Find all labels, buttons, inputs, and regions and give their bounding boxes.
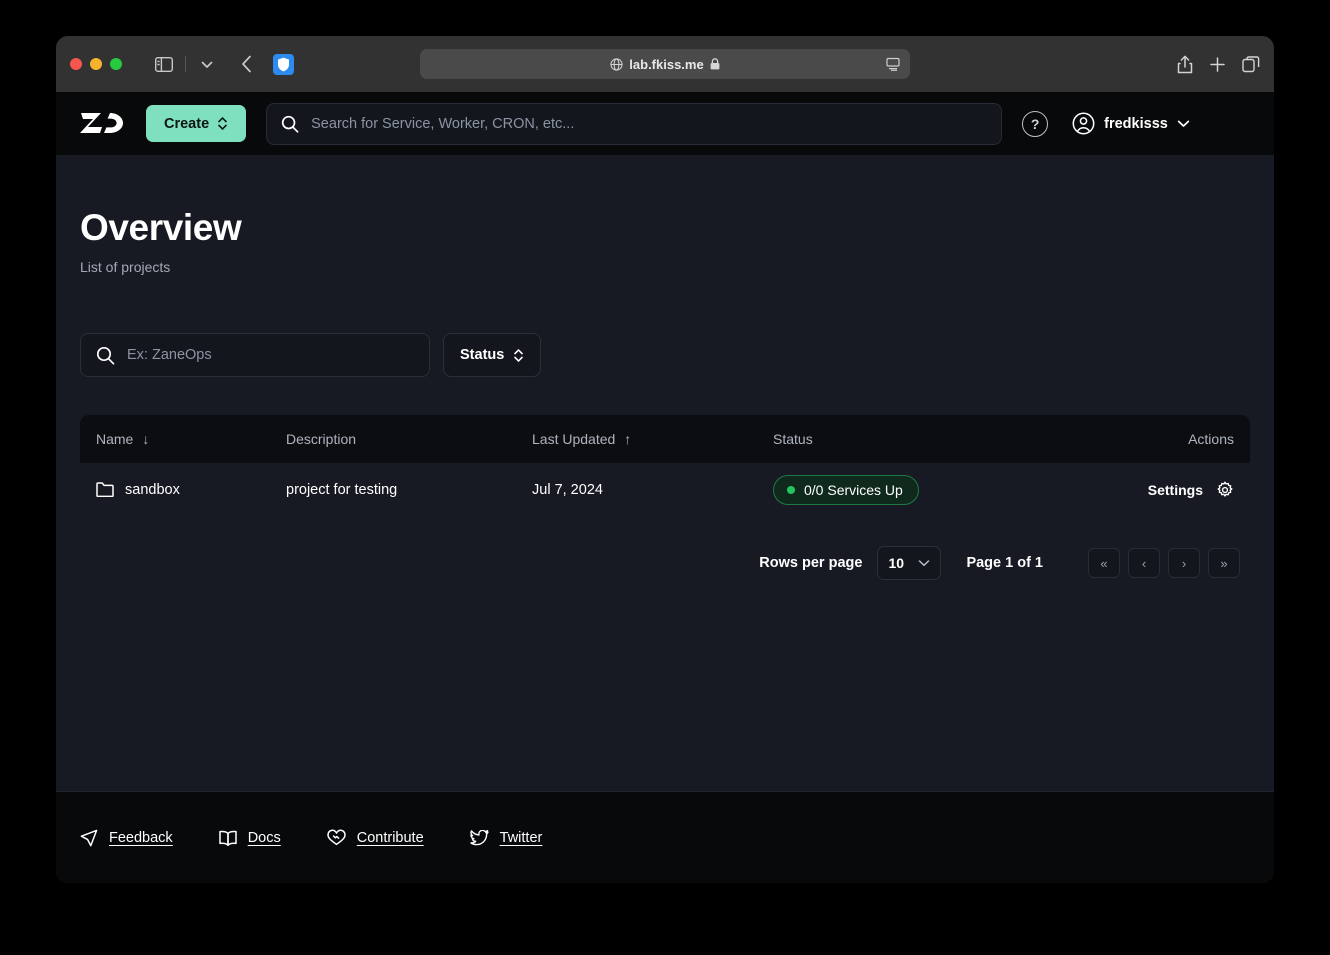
next-page-button[interactable]: ›	[1168, 548, 1200, 578]
create-button[interactable]: Create	[146, 105, 247, 142]
heart-handshake-icon	[326, 829, 346, 846]
page-title: Overview	[80, 207, 242, 248]
share-icon[interactable]	[1177, 55, 1193, 74]
close-window-button[interactable]	[70, 58, 82, 70]
book-icon	[218, 830, 237, 846]
column-header-status-label: Status	[773, 431, 813, 447]
twitter-bird-icon	[469, 829, 489, 846]
project-search-input[interactable]	[127, 347, 414, 363]
search-icon	[96, 346, 115, 365]
column-header-name[interactable]: Name ↓	[96, 431, 286, 447]
app-root: Create ?	[56, 92, 1274, 883]
app-footer: Feedback Docs Contribute Twitter	[56, 791, 1274, 883]
chevron-down-icon	[1177, 119, 1190, 128]
zaneops-logo[interactable]	[80, 111, 126, 136]
shield-extension-icon[interactable]	[273, 53, 294, 75]
maximize-window-button[interactable]	[110, 58, 122, 70]
back-arrow-icon[interactable]	[233, 51, 261, 77]
address-bar[interactable]: lab.fkiss.me	[420, 49, 910, 79]
footer-link-twitter[interactable]: Twitter	[469, 829, 543, 846]
lock-icon	[710, 58, 720, 70]
row-actions-cell: Settings	[1114, 481, 1234, 499]
filter-bar: Status	[80, 333, 1250, 377]
folder-icon	[96, 482, 114, 497]
reader-view-icon[interactable]	[886, 57, 900, 71]
column-header-status[interactable]: Status	[773, 431, 1114, 447]
rows-per-page-value: 10	[888, 555, 905, 571]
column-header-actions-label: Actions	[1188, 431, 1234, 447]
gear-icon	[1216, 481, 1234, 499]
sort-ascending-icon: ↑	[624, 431, 632, 447]
status-filter-label: Status	[460, 347, 505, 363]
footer-link-twitter-label: Twitter	[499, 829, 543, 846]
browser-toolbar: lab.fkiss.me	[56, 36, 1274, 92]
row-description-cell: project for testing	[286, 481, 398, 498]
status-badge-label: 0/0 Services Up	[804, 481, 903, 498]
help-button-label: ?	[1030, 115, 1040, 132]
footer-link-contribute-label: Contribute	[356, 829, 424, 846]
minimize-window-button[interactable]	[90, 58, 102, 70]
settings-button[interactable]: Settings	[1148, 481, 1234, 499]
footer-link-feedback-label: Feedback	[109, 829, 173, 846]
user-menu[interactable]: fredkisss	[1072, 112, 1190, 135]
footer-link-docs-label: Docs	[247, 829, 281, 846]
table-row[interactable]: sandbox project for testing Jul 7, 2024 …	[80, 463, 1250, 516]
chevrons-up-down-icon	[513, 348, 524, 363]
footer-link-feedback[interactable]: Feedback	[80, 829, 173, 847]
column-header-name-label: Name	[96, 431, 134, 447]
row-status-cell: 0/0 Services Up	[773, 474, 1114, 505]
send-icon	[80, 829, 98, 847]
first-page-button[interactable]: «	[1088, 548, 1120, 578]
pagination-bar: Rows per page 10 Page 1 of 1 « ‹ › »	[80, 546, 1250, 580]
footer-link-contribute[interactable]: Contribute	[326, 829, 424, 846]
help-button[interactable]: ?	[1022, 110, 1049, 137]
url-text: lab.fkiss.me	[629, 56, 704, 72]
row-last-updated-cell: Jul 7, 2024	[532, 481, 603, 498]
rows-per-page-select[interactable]: 10	[877, 546, 942, 580]
toolbar-left-group	[150, 51, 294, 77]
status-filter-dropdown[interactable]: Status	[443, 333, 542, 377]
project-name: sandbox	[125, 481, 180, 498]
avatar	[1072, 112, 1095, 135]
previous-page-button[interactable]: ‹	[1128, 548, 1160, 578]
page-indicator: Page 1 of 1	[966, 555, 1043, 571]
toolbar-divider	[185, 56, 186, 72]
plus-icon[interactable]	[1209, 56, 1226, 73]
global-search-input[interactable]	[311, 115, 988, 132]
globe-icon	[610, 57, 623, 71]
search-icon	[281, 115, 299, 133]
sidebar-toggle-icon[interactable]	[150, 51, 178, 77]
column-header-description[interactable]: Description	[286, 431, 532, 447]
rows-per-page-label: Rows per page	[759, 555, 863, 571]
footer-link-docs[interactable]: Docs	[218, 829, 281, 846]
chevron-down-icon	[918, 559, 930, 567]
settings-button-label: Settings	[1147, 481, 1203, 498]
projects-table: Name ↓ Description Last Updated ↑ Status…	[80, 415, 1250, 516]
project-search-field[interactable]	[80, 333, 430, 377]
column-header-last-updated-label: Last Updated	[532, 431, 616, 447]
browser-window: lab.fkiss.me Create Search for Service, …	[56, 36, 1274, 883]
sort-descending-icon: ↓	[142, 431, 150, 447]
app-header: Create ?	[56, 92, 1274, 155]
column-header-description-label: Description	[286, 431, 357, 447]
toolbar-right-group	[1177, 55, 1260, 74]
table-header-row: Name ↓ Description Last Updated ↑ Status…	[80, 415, 1250, 463]
global-search-field[interactable]	[266, 102, 1003, 145]
status-dot-icon	[787, 485, 795, 494]
create-button-label: Create	[164, 115, 210, 132]
page-subtitle: List of projects	[80, 259, 171, 275]
row-name-cell[interactable]: sandbox	[96, 482, 286, 498]
main-content: Overview List of projects Status	[56, 155, 1274, 791]
chevrons-up-down-icon	[217, 116, 228, 131]
column-header-actions: Actions	[1114, 431, 1234, 447]
window-controls	[70, 58, 122, 70]
column-header-last-updated[interactable]: Last Updated ↑	[532, 431, 773, 447]
username-label: fredkisss	[1104, 115, 1168, 132]
pager-buttons: « ‹ › »	[1088, 548, 1240, 578]
tab-overview-icon[interactable]	[1242, 55, 1260, 73]
status-badge: 0/0 Services Up	[773, 474, 919, 505]
chevron-down-icon[interactable]	[193, 51, 221, 77]
last-page-button[interactable]: »	[1208, 548, 1240, 578]
